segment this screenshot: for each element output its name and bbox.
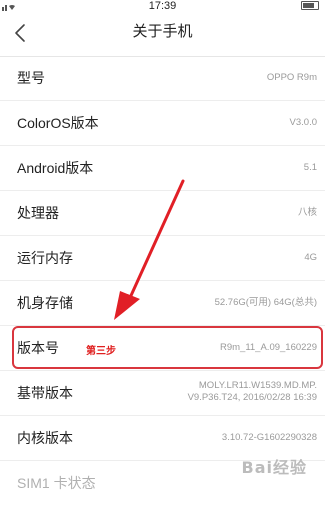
row-value-line: MOLY.LR11.W1539.MD.MP. [198,380,317,391]
page-title: 关于手机 [132,23,193,40]
row-label: ColorOS版本 [17,115,99,131]
row-android-version[interactable]: Android版本 5.1 [0,146,325,191]
row-value: 八核 [297,207,317,218]
step-label: 第三步 [86,346,116,357]
row-value: 4G [304,252,317,263]
row-label: Android版本 [17,160,94,176]
row-label: 处理器 [17,205,59,221]
row-coloros-version[interactable]: ColorOS版本 V3.0.0 [0,101,325,146]
row-model[interactable]: 型号 OPPO R9m [0,56,325,101]
row-label: SIM1 卡状态 [17,475,96,491]
title-bar: 关于手机 [0,12,325,57]
row-storage[interactable]: 机身存储 52.76G(可用) 64G(总共) [0,281,325,326]
row-label: 内核版本 [17,430,73,446]
row-label: 机身存储 [17,295,73,311]
row-value: 52.76G(可用) 64G(总共) [214,297,317,308]
row-label: 基带版本 [17,385,73,401]
highlight-box [12,326,323,369]
row-ram[interactable]: 运行内存 4G [0,236,325,281]
row-value: OPPO R9m [266,72,317,83]
row-value: 5.1 [303,162,317,173]
row-value-line: V9.P36.T24, 2016/02/28 16:39 [187,392,317,403]
baidu-jingyan-watermark: Bai经验 [241,458,307,477]
status-time: 17:39 [148,0,177,12]
row-baseband-version[interactable]: 基带版本 MOLY.LR11.W1539.MD.MP. V9.P36.T24, … [0,371,325,416]
status-bar: 17:39 [0,0,325,12]
row-label: 型号 [17,70,45,86]
row-label: 运行内存 [17,250,73,266]
row-processor[interactable]: 处理器 八核 [0,191,325,236]
row-value: MOLY.LR11.W1539.MD.MP. V9.P36.T24, 2016/… [188,380,317,404]
battery-icon [301,1,319,10]
row-value: V3.0.0 [289,117,317,128]
